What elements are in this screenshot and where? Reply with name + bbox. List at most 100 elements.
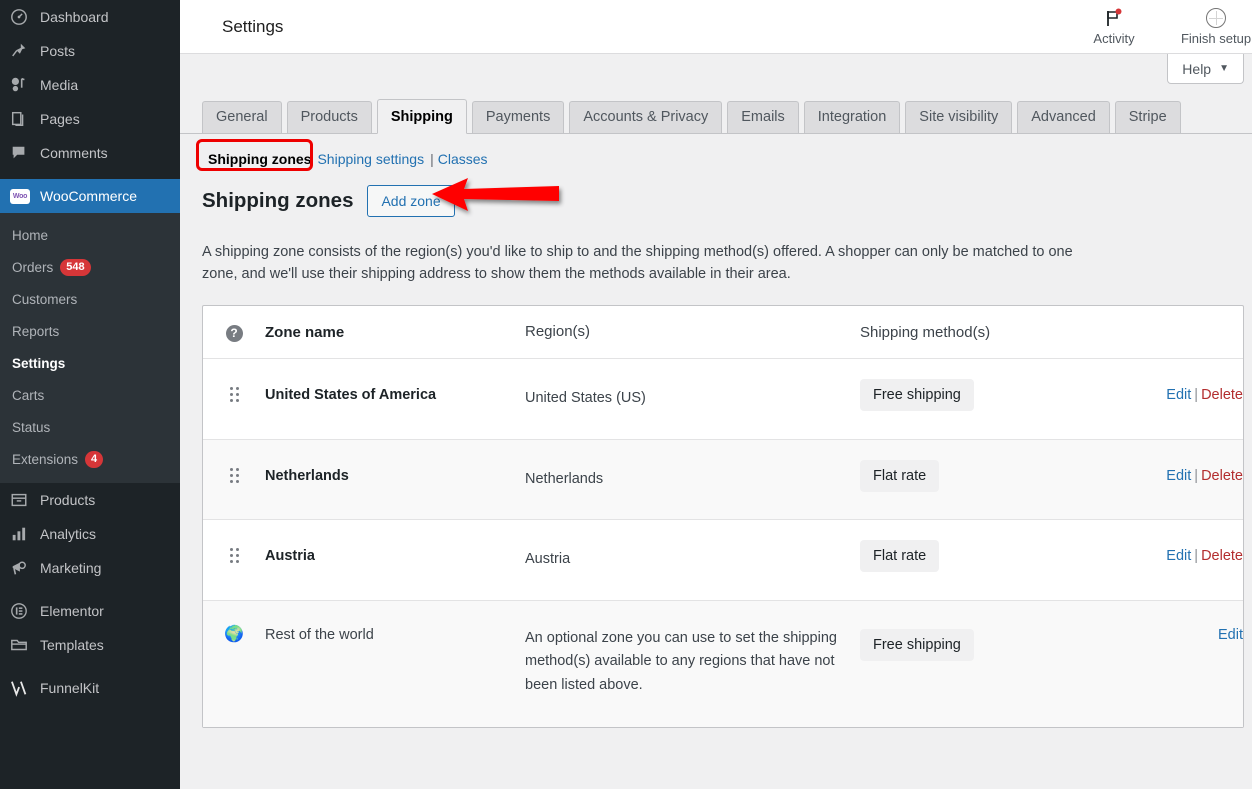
delete-link[interactable]: Delete (1201, 548, 1243, 564)
sidebar-item-woocommerce[interactable]: Woo WooCommerce (0, 179, 180, 213)
zone-methods: Flat rate (860, 440, 1113, 512)
zone-methods: Flat rate (860, 520, 1113, 592)
sidebar-item-label: Elementor (40, 603, 104, 619)
drag-handle-cell[interactable] (203, 440, 265, 511)
drag-handle-icon[interactable] (229, 387, 239, 403)
action-separator: | (1194, 467, 1199, 484)
sidebar-item-elementor[interactable]: Elementor (0, 594, 180, 628)
sidebar-item-label: Products (40, 492, 96, 508)
tab-advanced[interactable]: Advanced (1017, 101, 1110, 133)
drag-handle-icon[interactable] (229, 467, 239, 483)
shipping-subnav: Shipping zones Shipping settings | Class… (180, 134, 1252, 171)
tab-integration[interactable]: Integration (803, 101, 901, 133)
zone-name[interactable]: United States of America (265, 359, 525, 431)
sidebar-item-marketing[interactable]: Marketing (0, 551, 180, 585)
templates-icon (10, 636, 40, 654)
table-header-row: ? Zone name Region(s) Shipping method(s) (203, 306, 1243, 360)
submenu-item-settings[interactable]: Settings (0, 347, 180, 379)
finish-setup-button[interactable]: Finish setup (1180, 8, 1252, 46)
submenu-item-status[interactable]: Status (0, 411, 180, 443)
help-label: Help (1182, 60, 1212, 77)
sidebar-item-posts[interactable]: Posts (0, 34, 180, 68)
shipping-method-pill[interactable]: Free shipping (860, 379, 974, 412)
submenu-item-label: Carts (12, 387, 45, 403)
globe-icon: 🌍 (224, 625, 244, 643)
sidebar-item-label: Posts (40, 43, 76, 59)
submenu-item-label: Customers (12, 291, 78, 307)
tab-products[interactable]: Products (286, 101, 372, 133)
comments-icon (10, 144, 40, 162)
row-actions: Edit | Delete (1113, 359, 1243, 431)
tab-shipping[interactable]: Shipping (376, 99, 467, 134)
submenu-item-carts[interactable]: Carts (0, 379, 180, 411)
table-row[interactable]: United States of America United States (… (203, 359, 1243, 440)
zones-description: A shipping zone consists of the region(s… (202, 243, 1073, 282)
table-row[interactable]: Austria Austria Flat rate Edit | Delete (203, 520, 1243, 601)
sidebar-item-label: FunnelKit (40, 680, 100, 696)
edit-link[interactable]: Edit (1218, 627, 1243, 643)
tab-accounts-privacy[interactable]: Accounts & Privacy (569, 101, 723, 133)
shipping-zones-table: ? Zone name Region(s) Shipping method(s)… (202, 305, 1244, 729)
help-row: Help ▼ (180, 54, 1252, 99)
sidebar-divider (0, 170, 180, 179)
sidebar-item-label: Media (40, 77, 79, 93)
dashboard-icon (10, 8, 40, 26)
zone-name[interactable]: Austria (265, 520, 525, 592)
submenu-item-home[interactable]: Home (0, 219, 180, 251)
submenu-item-extensions[interactable]: Extensions 4 (0, 443, 180, 475)
sidebar-item-analytics[interactable]: Analytics (0, 517, 180, 551)
subnav-classes[interactable]: Classes (438, 151, 488, 167)
help-button[interactable]: Help ▼ (1167, 54, 1244, 84)
delete-link[interactable]: Delete (1201, 387, 1243, 403)
table-row-rest-of-world[interactable]: 🌍 Rest of the world An optional zone you… (203, 600, 1243, 728)
sidebar-item-dashboard[interactable]: Dashboard (0, 0, 180, 34)
woo-logo-text: Woo (10, 188, 30, 204)
sidebar-item-media[interactable]: Media (0, 68, 180, 102)
subnav-shipping-zones[interactable]: Shipping zones (202, 149, 317, 169)
sidebar-item-funnelkit[interactable]: FunnelKit (0, 671, 180, 705)
sidebar-item-templates[interactable]: Templates (0, 628, 180, 662)
help-question-icon[interactable]: ? (225, 324, 243, 342)
zone-name[interactable]: Netherlands (265, 440, 525, 512)
zone-name[interactable]: Rest of the world (265, 601, 525, 673)
submenu-item-label: Status (12, 419, 51, 435)
zones-header: Shipping zones Add zone (180, 170, 1252, 220)
submenu-item-label: Reports (12, 323, 60, 339)
sidebar-divider (0, 585, 180, 594)
admin-sidebar: Dashboard Posts Media Pages Comments Woo… (0, 0, 180, 789)
globe-cell: 🌍 (203, 601, 265, 673)
activity-button[interactable]: Activity (1078, 8, 1150, 46)
pages-icon (10, 110, 40, 128)
action-separator: | (1194, 387, 1199, 404)
subnav-shipping-settings[interactable]: Shipping settings (317, 151, 424, 167)
edit-link[interactable]: Edit (1166, 468, 1191, 484)
funnelkit-icon (10, 679, 40, 697)
tab-general[interactable]: General (202, 101, 282, 133)
edit-link[interactable]: Edit (1166, 387, 1191, 403)
page-title: Settings (222, 16, 284, 36)
sidebar-item-pages[interactable]: Pages (0, 102, 180, 136)
tab-emails[interactable]: Emails (727, 101, 799, 133)
tab-site-visibility[interactable]: Site visibility (905, 101, 1013, 133)
tab-payments[interactable]: Payments (471, 101, 565, 133)
row-actions: Edit | Delete (1113, 520, 1243, 592)
table-row[interactable]: Netherlands Netherlands Flat rate Edit | D… (203, 439, 1243, 521)
submenu-item-reports[interactable]: Reports (0, 315, 180, 347)
sidebar-item-label: WooCommerce (40, 188, 137, 204)
pin-icon (10, 42, 40, 60)
drag-handle-cell[interactable] (203, 520, 265, 591)
finish-setup-label: Finish setup (1180, 31, 1252, 46)
edit-link[interactable]: Edit (1166, 548, 1191, 564)
drag-handle-cell[interactable] (203, 359, 265, 430)
shipping-method-pill[interactable]: Flat rate (860, 459, 940, 492)
shipping-method-pill[interactable]: Flat rate (860, 540, 940, 573)
shipping-method-pill[interactable]: Free shipping (860, 628, 974, 661)
submenu-item-customers[interactable]: Customers (0, 283, 180, 315)
submenu-item-orders[interactable]: Orders 548 (0, 251, 180, 283)
delete-link[interactable]: Delete (1201, 468, 1243, 484)
sidebar-item-products[interactable]: Products (0, 483, 180, 517)
drag-handle-icon[interactable] (229, 548, 239, 564)
flag-icon (1104, 8, 1124, 28)
sidebar-item-comments[interactable]: Comments (0, 136, 180, 170)
tab-stripe[interactable]: Stripe (1114, 101, 1181, 133)
